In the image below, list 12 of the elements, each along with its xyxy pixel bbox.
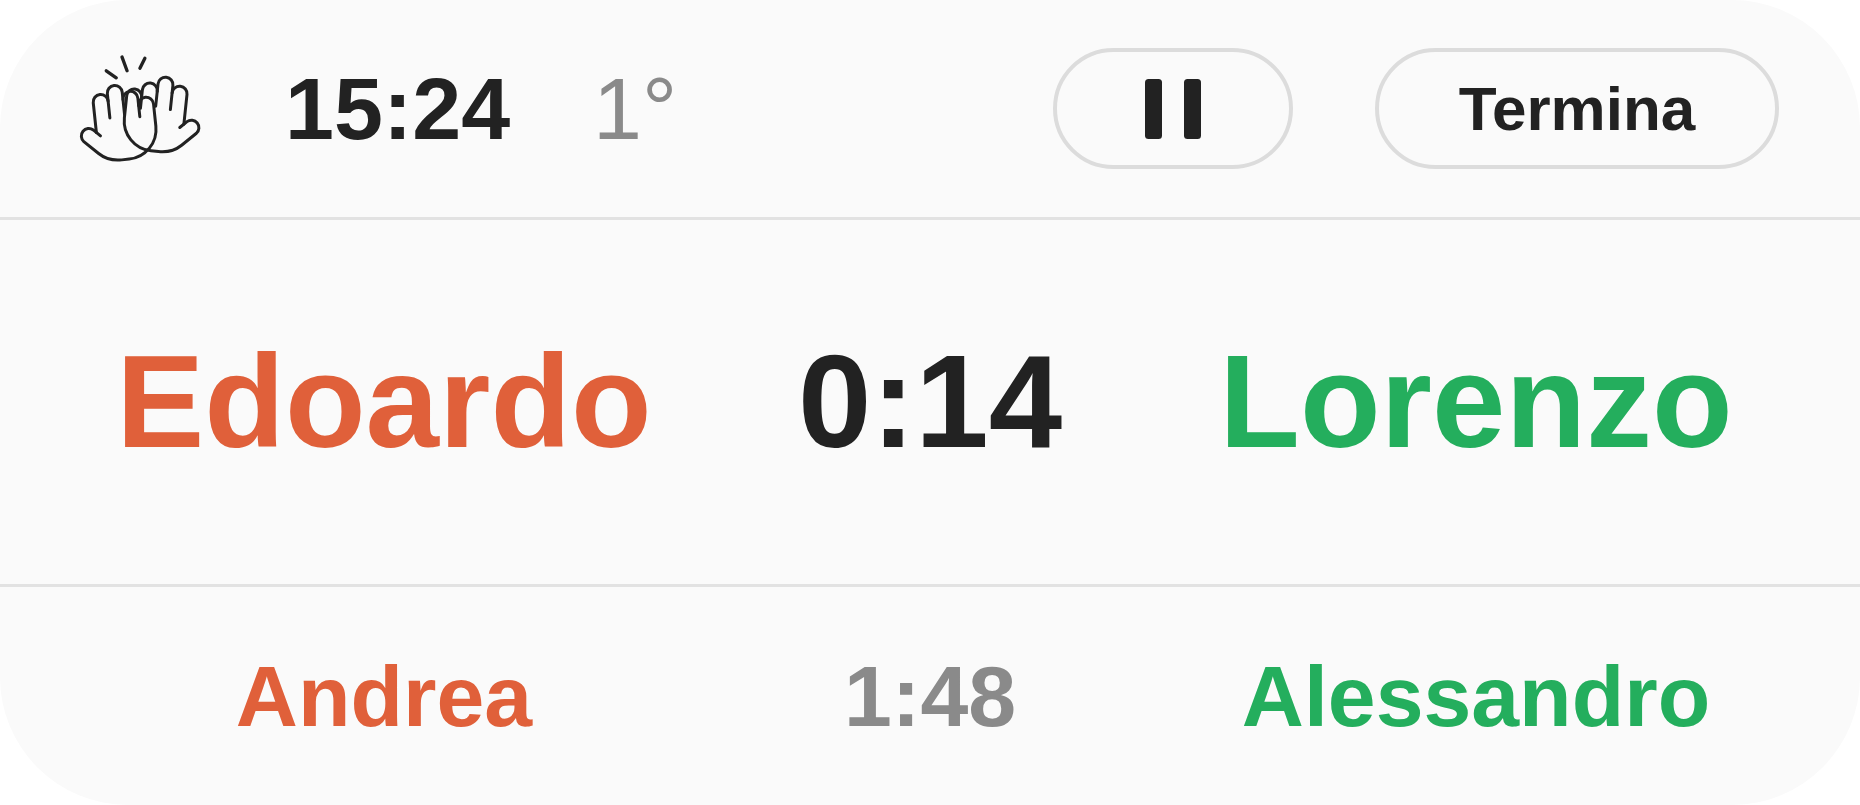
period-label: 1° <box>593 64 678 153</box>
player-name: Alessandro <box>1241 653 1711 739</box>
pause-button[interactable] <box>1053 48 1293 169</box>
match-time: 0:14 <box>797 336 1063 468</box>
clapping-hands-icon <box>77 54 202 163</box>
player-name: Andrea <box>235 653 533 739</box>
match-time: 1:48 <box>843 653 1017 739</box>
player-name: Edoardo <box>116 336 652 468</box>
pause-icon <box>1145 78 1201 139</box>
player-name: Lorenzo <box>1219 336 1733 468</box>
end-button[interactable]: Termina <box>1375 48 1779 169</box>
clock-time: 15:24 <box>285 64 511 153</box>
